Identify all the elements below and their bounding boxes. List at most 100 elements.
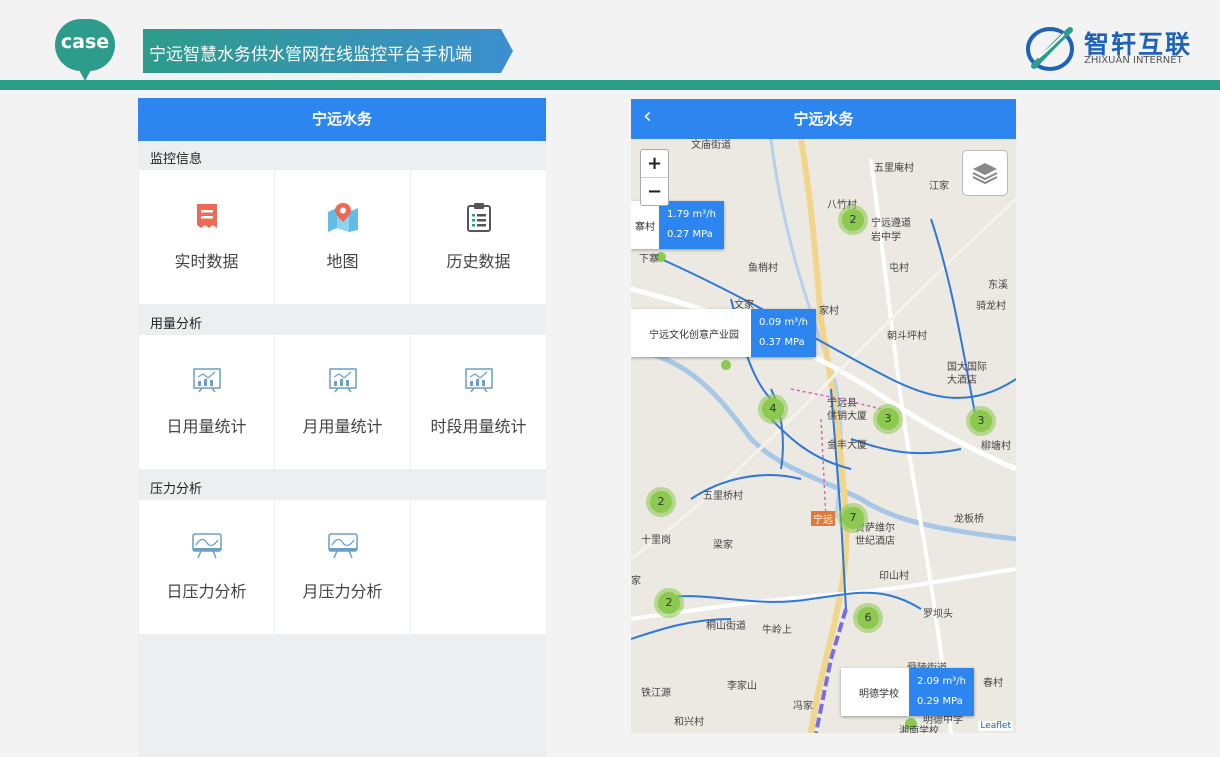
station-cluster[interactable]: 2: [838, 205, 868, 235]
usage-grid: 日用量统计 月用量统计 时段用量统计: [139, 335, 546, 469]
section-pressure-label: 压力分析: [150, 482, 203, 497]
station-cluster[interactable]: 6: [853, 603, 883, 633]
station-cluster[interactable]: 7: [838, 503, 868, 533]
map-screen: 宁远水务 ‹ 文庙街道 五里庵村 江家 八竹村 宁远遵道 岩中学 下寨 鱼梢村 …: [631, 99, 1016, 733]
place-label: 朝斗坪村: [887, 331, 927, 342]
daily-usage-button[interactable]: 日用量统计: [139, 335, 274, 469]
cluster-count: 2: [842, 209, 864, 231]
flow-reading: 2.09 m³/h: [917, 676, 966, 687]
place-label: 家: [631, 576, 641, 587]
station-readings: 2.09 m³/h 0.29 MPa: [909, 668, 974, 716]
map-pin-icon: [327, 203, 358, 232]
map-app-title: 宁远水务: [631, 99, 1016, 139]
place-label: 五里桥村: [703, 491, 743, 502]
station-popup[interactable]: 宁远文化创意产业园 0.09 m³/h 0.37 MPa: [631, 309, 816, 357]
slide-title: 宁远智慧水务供水管网在线监控平台手机端: [149, 45, 472, 65]
place-label: 五里庵村: [874, 163, 914, 174]
layers-icon: [972, 163, 998, 185]
cluster-count: 3: [970, 410, 992, 432]
station-cluster[interactable]: 2: [646, 487, 676, 517]
flow-reading: 1.79 m³/h: [667, 209, 716, 220]
bar-chart-icon: [328, 368, 357, 393]
station-name: 寨村: [631, 201, 659, 249]
clipboard-icon: [466, 203, 491, 232]
brand-mark-icon: [1026, 27, 1074, 71]
place-label: 骑龙村: [976, 301, 1006, 312]
case-badge-label: case: [60, 31, 110, 53]
bar-chart-icon: [192, 368, 221, 393]
zoom-out-button[interactable]: −: [641, 178, 668, 205]
cluster-count: 2: [658, 592, 680, 614]
station-cluster[interactable]: 3: [966, 406, 996, 436]
cluster-count: 6: [857, 607, 879, 629]
station-popup[interactable]: 明德学校 2.09 m³/h 0.29 MPa: [841, 668, 974, 716]
station-name: 宁远文化创意产业园: [631, 309, 751, 357]
daily-pressure-button[interactable]: 日压力分析: [139, 500, 274, 634]
place-label: 家村: [819, 306, 839, 317]
period-usage-button[interactable]: 时段用量统计: [411, 335, 546, 469]
map-attribution[interactable]: Leaflet: [978, 721, 1013, 731]
station-popup[interactable]: 寨村 1.79 m³/h 0.27 MPa: [631, 201, 724, 249]
pressure-reading: 0.29 MPa: [917, 696, 963, 707]
daily-usage-label: 日用量统计: [166, 417, 247, 436]
station-name: 明德学校: [841, 668, 909, 716]
place-label: 春村: [983, 678, 1003, 689]
place-label: 供销大厦: [827, 411, 867, 422]
station-cluster[interactable]: 3: [873, 404, 903, 434]
place-label: 印山村: [879, 571, 909, 582]
monthly-pressure-button[interactable]: 月压力分析: [275, 500, 410, 634]
layers-button[interactable]: [962, 150, 1008, 196]
place-label: 罗坝头: [923, 609, 953, 620]
zoom-control: + −: [640, 149, 669, 206]
empty-cell: [411, 500, 546, 634]
place-label: 文庙街道: [691, 140, 731, 151]
history-data-button[interactable]: 历史数据: [411, 170, 546, 304]
station-cluster[interactable]: 2: [654, 588, 684, 618]
place-label: 牛岭上: [762, 625, 792, 636]
header-divider: [0, 80, 1220, 90]
realtime-data-button[interactable]: 实时数据: [139, 170, 274, 304]
place-label: 屯村: [889, 263, 909, 274]
pressure-chart-icon: [327, 533, 358, 559]
slide-title-banner: 宁远智慧水务供水管网在线监控平台手机端: [143, 29, 513, 73]
pressure-grid: 日压力分析 月压力分析: [139, 500, 546, 634]
place-label: 龙板桥: [954, 514, 984, 525]
place-label: 岩中学: [871, 232, 901, 243]
section-usage-label: 用量分析: [150, 317, 203, 332]
back-arrow-icon[interactable]: ‹: [643, 105, 652, 129]
place-label: 东溪: [988, 280, 1008, 291]
station-readings: 0.09 m³/h 0.37 MPa: [751, 309, 816, 357]
place-label: 梁家: [713, 540, 733, 551]
menu-app-title: 宁远水务: [138, 98, 546, 141]
brand-logo: 智轩互联 ZHIXUAN INTERNET: [1024, 24, 1214, 74]
station-cluster[interactable]: 4: [758, 394, 788, 424]
pressure-reading: 0.27 MPa: [667, 229, 713, 240]
station-readings: 1.79 m³/h 0.27 MPa: [659, 201, 724, 249]
pressure-chart-icon: [191, 533, 222, 559]
map-label: 地图: [326, 252, 359, 271]
flow-reading: 0.09 m³/h: [759, 317, 808, 328]
map-view[interactable]: 文庙街道 五里庵村 江家 八竹村 宁远遵道 岩中学 下寨 鱼梢村 屯村 东溪 骑…: [631, 139, 1016, 733]
pressure-reading: 0.37 MPa: [759, 337, 805, 348]
place-label: 大酒店: [947, 375, 977, 386]
place-label: 和兴村: [674, 717, 704, 728]
place-label: 宁远遵道: [871, 218, 911, 229]
cluster-count: 4: [762, 398, 784, 420]
period-usage-label: 时段用量统计: [430, 417, 527, 436]
place-label: 鱼梢村: [748, 263, 778, 274]
place-label: 李家山: [727, 681, 757, 692]
cluster-count: 2: [650, 491, 672, 513]
place-label: 柳塘村: [981, 441, 1011, 452]
place-label: 湘南学校: [899, 726, 939, 733]
monthly-usage-button[interactable]: 月用量统计: [275, 335, 410, 469]
brand-name-en: ZHIXUAN INTERNET: [1084, 55, 1183, 66]
realtime-data-label: 实时数据: [174, 252, 239, 271]
map-button[interactable]: 地图: [275, 170, 410, 304]
place-label: 冯家: [793, 701, 813, 712]
zoom-in-button[interactable]: +: [641, 150, 668, 178]
daily-pressure-label: 日压力分析: [166, 582, 247, 601]
monthly-pressure-label: 月压力分析: [302, 582, 383, 601]
section-monitoring-label: 监控信息: [150, 152, 203, 167]
place-label: 十里岗: [641, 535, 671, 546]
case-badge: case: [55, 19, 115, 81]
